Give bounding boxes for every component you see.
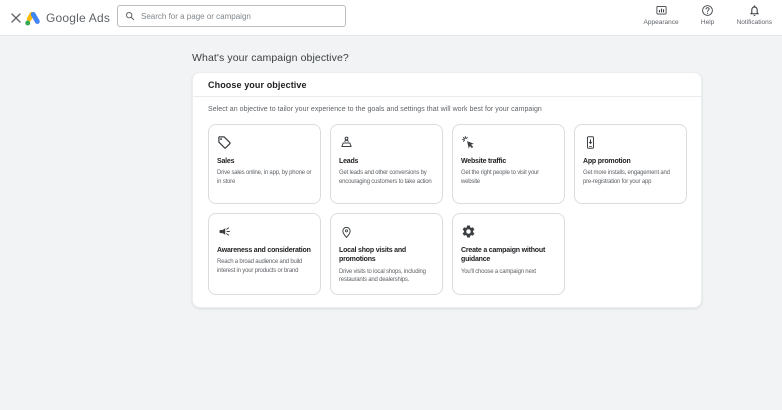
objective-title: Leads	[339, 158, 359, 165]
objective-description: Get more installs, engagement and pre-re…	[583, 170, 670, 185]
global-search[interactable]	[117, 5, 346, 27]
app-promotion-icon	[583, 134, 678, 150]
panel-title: Choose your objective	[193, 73, 701, 97]
close-icon[interactable]	[8, 10, 24, 26]
page-title: What's your campaign objective?	[192, 52, 349, 64]
sales-tag-icon	[217, 134, 312, 150]
search-input[interactable]	[141, 11, 338, 21]
objective-description: Get leads and other conversions by encou…	[339, 170, 432, 185]
objective-card-leads[interactable]: Leads Get leads and other conversions by…	[330, 124, 443, 204]
top-app-bar: Google Ads Appearance Help	[0, 0, 782, 36]
help-button[interactable]: Help	[693, 4, 723, 26]
objective-card-website-traffic[interactable]: Website traffic Get the right people to …	[452, 124, 565, 204]
brand-title: Google Ads	[46, 11, 111, 25]
objective-description: Reach a broad audience and build interes…	[217, 259, 303, 274]
objective-title: Awareness and consideration	[217, 247, 311, 254]
search-icon	[125, 11, 135, 21]
main-content: What's your campaign objective? Choose y…	[0, 36, 782, 337]
help-icon	[701, 4, 714, 17]
google-ads-logo-icon	[24, 9, 42, 27]
awareness-megaphone-icon	[217, 223, 312, 239]
objective-title: Website traffic	[461, 158, 507, 165]
no-guidance-gear-icon	[461, 223, 556, 239]
appearance-button[interactable]: Appearance	[644, 4, 679, 26]
objective-title: Create a campaign without guidance	[461, 247, 546, 264]
objective-panel: Choose your objective Select an objectiv…	[192, 72, 702, 308]
notifications-icon	[748, 4, 761, 17]
local-shop-pin-icon	[339, 223, 434, 239]
objective-description: You'll choose a campaign next	[461, 268, 536, 275]
objective-description: Get the right people to visit your websi…	[461, 170, 539, 185]
objective-title: Local shop visits and promotions	[339, 247, 406, 264]
footer-actions: Cancel Continue	[192, 318, 782, 337]
notifications-button[interactable]: Notifications	[737, 4, 772, 26]
objective-card-no-guidance[interactable]: Create a campaign without guidance You'l…	[452, 213, 565, 295]
objective-title: App promotion	[583, 158, 631, 165]
topbar-actions: Appearance Help Notifications	[644, 4, 772, 26]
appearance-label: Appearance	[643, 19, 679, 26]
objective-card-app-promotion[interactable]: App promotion Get more installs, engagem…	[574, 124, 687, 204]
appearance-icon	[655, 4, 668, 17]
objective-grid: Sales Drive sales online, in app, by pho…	[208, 124, 687, 295]
objective-card-local-shop[interactable]: Local shop visits and promotions Drive v…	[330, 213, 443, 295]
objective-title: Sales	[217, 158, 235, 165]
help-label: Help	[700, 19, 715, 26]
notifications-label: Notifications	[736, 19, 772, 26]
leads-icon	[339, 134, 434, 150]
objective-card-sales[interactable]: Sales Drive sales online, in app, by pho…	[208, 124, 321, 204]
panel-subtitle: Select an objective to tailor your exper…	[208, 106, 542, 113]
objective-card-awareness[interactable]: Awareness and consideration Reach a broa…	[208, 213, 321, 295]
objective-description: Drive visits to local shops, including r…	[339, 268, 426, 284]
objective-description: Drive sales online, in app, by phone or …	[217, 170, 312, 185]
website-traffic-icon	[461, 134, 556, 150]
